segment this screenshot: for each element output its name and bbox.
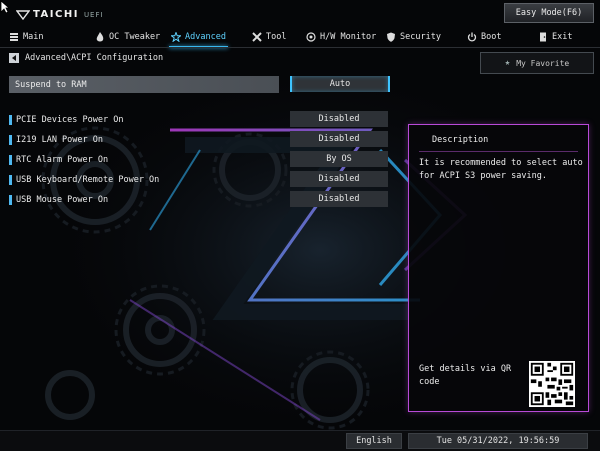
qr-code-icon[interactable] — [529, 361, 575, 407]
breadcrumb-text: Advanced\ACPI Configuration — [25, 53, 164, 63]
tab-main-label: Main — [23, 32, 44, 42]
exit-door-icon — [540, 32, 546, 42]
top-nav: Main OC Tweaker Advanced Tool H/W Monito… — [0, 27, 600, 48]
tab-oc-tweaker[interactable]: OC Tweaker — [95, 29, 160, 45]
setting-label: RTC Alarm Power On — [16, 154, 109, 165]
power-icon — [467, 32, 477, 42]
flame-icon — [96, 32, 104, 42]
setting-row-rtc-alarm-power-on[interactable]: RTC Alarm Power On — [9, 151, 108, 168]
description-panel: Description It is recommended to select … — [408, 124, 589, 412]
back-arrow-icon[interactable] — [9, 53, 19, 63]
setting-row-pcie-devices-power-on[interactable]: PCIE Devices Power On — [9, 111, 123, 128]
tab-advanced-label: Advanced — [185, 32, 226, 42]
tab-exit-label: Exit — [552, 32, 573, 42]
globe-icon — [306, 32, 316, 42]
my-favorite-label: My Favorite — [516, 58, 570, 68]
easy-mode-button[interactable]: Easy Mode(F6) — [504, 3, 594, 23]
setting-label: PCIE Devices Power On — [16, 114, 124, 125]
tab-hw-monitor[interactable]: H/W Monitor — [306, 29, 376, 45]
tab-tool-label: Tool — [266, 32, 287, 42]
datetime-display: Tue 05/31/2022, 19:56:59 — [408, 433, 588, 449]
tab-boot[interactable]: Boot — [467, 29, 501, 45]
setting-value-i219-lan-power-on[interactable]: Disabled — [290, 131, 388, 147]
language-button[interactable]: English — [346, 433, 402, 449]
setting-row-i219-lan-power-on[interactable]: I219 LAN Power On — [9, 131, 103, 148]
logo-sub: UEFI — [83, 10, 104, 19]
tools-icon — [252, 32, 262, 42]
tab-tool[interactable]: Tool — [252, 29, 286, 45]
setting-row-usb-keyboard-remote-power-on[interactable]: USB Keyboard/Remote Power On — [9, 171, 159, 188]
taichi-logo: TAICHI UEFI — [16, 9, 104, 20]
description-divider — [419, 151, 578, 152]
setting-label: USB Keyboard/Remote Power On — [16, 174, 160, 185]
row-marker — [9, 134, 12, 145]
tab-hw-monitor-label: H/W Monitor — [320, 32, 377, 42]
setting-value-suspend-to-ram[interactable]: Auto — [290, 76, 390, 92]
row-marker — [9, 194, 12, 205]
row-marker — [9, 154, 12, 165]
setting-label: USB Mouse Power On — [16, 194, 109, 205]
description-text: It is recommended to select auto for ACP… — [419, 158, 583, 181]
tab-advanced[interactable]: Advanced — [169, 29, 228, 48]
setting-label: I219 LAN Power On — [16, 134, 103, 145]
row-marker — [9, 174, 12, 185]
tab-oc-tweaker-label: OC Tweaker — [109, 32, 161, 42]
qr-caption: Get details via QR code — [419, 364, 512, 387]
nav-divider — [0, 47, 600, 48]
description-title: Description — [432, 135, 489, 145]
star-outline-icon: ★ — [504, 58, 511, 68]
taichi-logo-icon — [16, 9, 30, 20]
row-marker — [9, 114, 12, 125]
shield-icon — [387, 32, 395, 42]
setting-value-rtc-alarm-power-on[interactable]: By OS — [290, 151, 388, 167]
tab-boot-label: Boot — [481, 32, 502, 42]
main-menu-icon — [10, 33, 18, 41]
setting-row-suspend-to-ram[interactable]: Suspend to RAM — [9, 76, 87, 93]
mouse-cursor-icon — [0, 0, 10, 14]
setting-row-usb-mouse-power-on[interactable]: USB Mouse Power On — [9, 191, 108, 208]
tab-exit[interactable]: Exit — [538, 29, 572, 45]
logo-text: TAICHI — [33, 9, 79, 20]
tab-main[interactable]: Main — [9, 29, 43, 45]
setting-value-usb-mouse-power-on[interactable]: Disabled — [290, 191, 388, 207]
breadcrumb: Advanced\ACPI Configuration — [9, 53, 163, 63]
setting-value-usb-keyboard-remote-power-on[interactable]: Disabled — [290, 171, 388, 187]
setting-value-pcie-devices-power-on[interactable]: Disabled — [290, 111, 388, 127]
tab-security-label: Security — [400, 32, 441, 42]
setting-label: Suspend to RAM — [15, 79, 87, 90]
my-favorite-button[interactable]: ★ My Favorite — [480, 52, 594, 74]
tab-security[interactable]: Security — [386, 29, 441, 45]
star-icon — [171, 32, 181, 42]
